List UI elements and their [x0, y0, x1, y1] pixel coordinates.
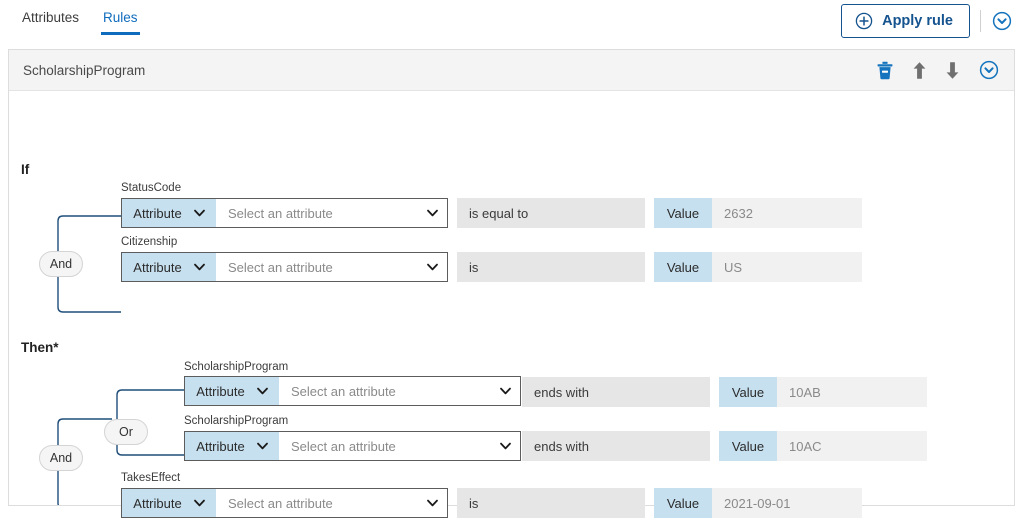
chevron-down-icon [427, 499, 438, 507]
then-row-0-field-label: ScholarshipProgram [184, 361, 289, 373]
then-row-0-value-label: Value [719, 377, 777, 407]
then-connector-and-label: And [49, 451, 73, 465]
if-row-0-value-input[interactable]: 2632 [712, 198, 862, 228]
then-row-1-value-input[interactable]: 10AC [777, 431, 927, 461]
chevron-down-icon [256, 387, 268, 395]
if-row-1-value-label: Value [654, 252, 712, 282]
if-row-1-attribute-type-label: Attribute [133, 259, 182, 275]
then-section-heading: Then* [21, 340, 59, 355]
then-tail-value-label: Value [654, 488, 712, 518]
then-row-0-attribute-type-label: Attribute [196, 383, 245, 399]
then-row-1-value-label: Value [719, 431, 777, 461]
tab-rules-label: Rules [103, 10, 138, 25]
if-row-0-field-label: StatusCode [121, 182, 182, 194]
tab-attributes-label: Attributes [22, 10, 80, 25]
chevron-down-circle-icon[interactable] [991, 10, 1013, 32]
rule-card-body: If And StatusCode Attribute Select an at… [9, 91, 1014, 518]
tab-list: Attributes Rules [0, 0, 150, 35]
if-row-0-attribute-placeholder: Select an attribute [228, 205, 333, 221]
then-row-1-value-group: Value 10AC [719, 431, 927, 461]
if-row-0-attribute-value[interactable]: Select an attribute [216, 199, 447, 227]
apply-rule-label: Apply rule [882, 13, 953, 29]
chevron-down-icon [500, 442, 511, 450]
then-tail-value-group: Value 2021-09-01 [654, 488, 862, 518]
if-row-1-field-label: Citizenship [121, 236, 178, 248]
move-up-icon[interactable] [912, 61, 927, 80]
tab-bar: Attributes Rules Apply rule [0, 0, 1025, 44]
then-tail-value-input[interactable]: 2021-09-01 [712, 488, 862, 518]
then-connector-and[interactable]: And [39, 445, 83, 471]
if-row-0-attribute-select[interactable]: Attribute Select an attribute [121, 198, 448, 228]
chevron-down-icon [500, 387, 511, 395]
delete-icon[interactable] [876, 61, 894, 80]
chevron-down-icon [193, 209, 205, 217]
chevron-down-icon [427, 209, 438, 217]
then-row-0-operator[interactable]: ends with [522, 377, 710, 407]
then-row-1-field-label: ScholarshipProgram [184, 415, 289, 427]
chevron-down-icon [193, 263, 205, 271]
then-row-0-value-group: Value 10AB [719, 377, 927, 407]
then-row-1-attribute-select[interactable]: Attribute Select an attribute [184, 431, 521, 461]
then-connector-or[interactable]: Or [104, 419, 148, 445]
chevron-down-icon [427, 263, 438, 271]
then-row-0-attribute-select[interactable]: Attribute Select an attribute [184, 376, 521, 406]
chevron-down-icon [256, 442, 268, 450]
move-down-icon[interactable] [945, 61, 960, 80]
chevron-down-icon [193, 499, 205, 507]
then-tail-operator[interactable]: is [457, 488, 645, 518]
rule-card-title: ScholarshipProgram [23, 62, 146, 78]
collapse-icon[interactable] [978, 59, 1000, 81]
then-tail-attribute-placeholder: Select an attribute [228, 495, 333, 511]
if-row-0-operator[interactable]: is equal to [457, 198, 645, 228]
tab-rules[interactable]: Rules [91, 8, 150, 35]
then-tail-field-label: TakesEffect [121, 472, 181, 484]
then-row-0-attribute-value[interactable]: Select an attribute [279, 377, 520, 405]
then-tail-attribute-value[interactable]: Select an attribute [216, 489, 447, 517]
if-connector-and[interactable]: And [39, 251, 83, 277]
if-row-0-attribute-type[interactable]: Attribute [122, 199, 216, 227]
if-connector-and-label: And [49, 257, 73, 271]
rule-card: ScholarshipProgram If And StatusCode Att… [8, 49, 1015, 518]
then-tail-attribute-type-label: Attribute [133, 495, 182, 511]
toolbar-actions: Apply rule [841, 4, 1013, 38]
if-row-1-value-group: Value US [654, 252, 862, 282]
if-row-0-value-group: Value 2632 [654, 198, 862, 228]
if-row-0-attribute-type-label: Attribute [133, 205, 182, 221]
if-row-1-operator[interactable]: is [457, 252, 645, 282]
tab-attributes[interactable]: Attributes [10, 8, 91, 35]
rule-card-actions [876, 59, 1000, 81]
if-row-1-attribute-value[interactable]: Select an attribute [216, 253, 447, 281]
then-tail-attribute-select[interactable]: Attribute Select an attribute [121, 488, 448, 518]
then-row-1-attribute-placeholder: Select an attribute [291, 438, 396, 454]
toolbar-divider [980, 10, 981, 32]
if-row-0-value-label: Value [654, 198, 712, 228]
rule-card-header: ScholarshipProgram [9, 50, 1014, 91]
if-row-1-attribute-select[interactable]: Attribute Select an attribute [121, 252, 448, 282]
if-row-1-attribute-type[interactable]: Attribute [122, 253, 216, 281]
then-row-0-value-input[interactable]: 10AB [777, 377, 927, 407]
then-row-1-attribute-type-label: Attribute [196, 438, 245, 454]
then-row-1-attribute-type[interactable]: Attribute [185, 432, 279, 460]
then-row-0-attribute-placeholder: Select an attribute [291, 383, 396, 399]
plus-circle-icon [855, 12, 873, 30]
then-row-1-attribute-value[interactable]: Select an attribute [279, 432, 520, 460]
then-row-0-attribute-type[interactable]: Attribute [185, 377, 279, 405]
if-row-1-value-input[interactable]: US [712, 252, 862, 282]
apply-rule-button[interactable]: Apply rule [841, 4, 970, 38]
then-row-1-operator[interactable]: ends with [522, 431, 710, 461]
then-connector-or-label: Or [119, 425, 133, 439]
if-section-heading: If [21, 162, 30, 177]
then-tail-attribute-type[interactable]: Attribute [122, 489, 216, 517]
if-row-1-attribute-placeholder: Select an attribute [228, 259, 333, 275]
